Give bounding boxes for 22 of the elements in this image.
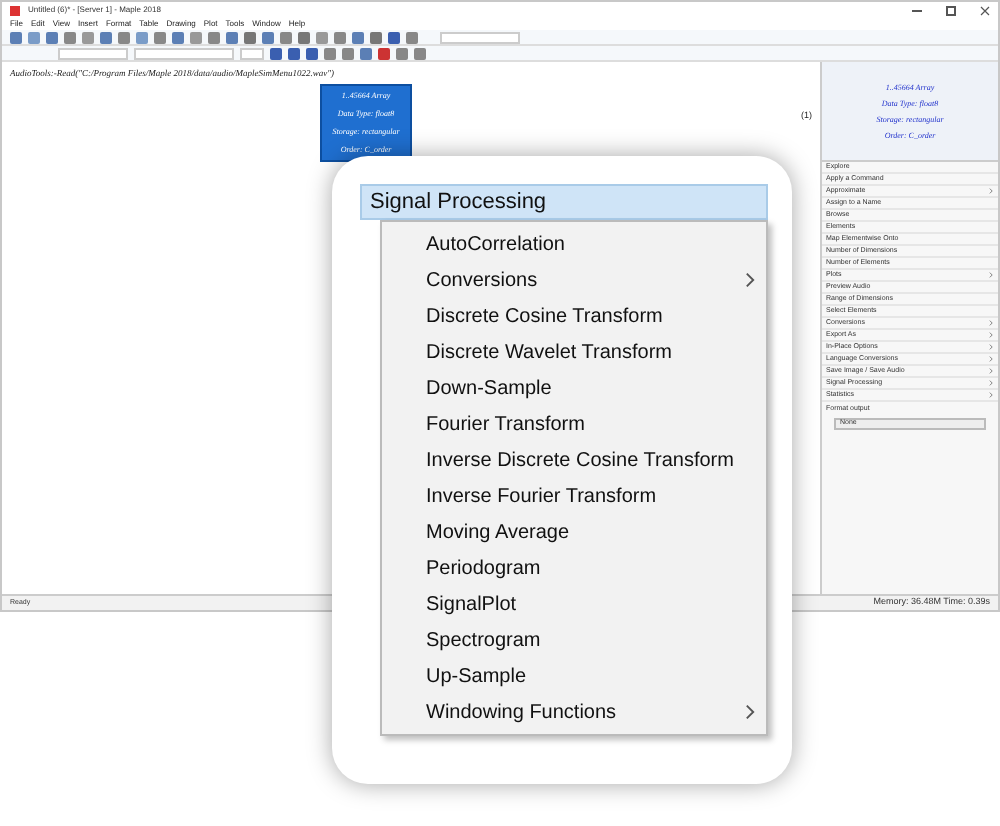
submenu-item[interactable]: Fourier Transform [382, 406, 766, 442]
submenu-item[interactable]: Spectrogram [382, 622, 766, 658]
app-icon [10, 5, 20, 15]
submenu-item[interactable]: Up-Sample [382, 658, 766, 694]
search-field[interactable] [440, 31, 520, 43]
submenu-item[interactable]: SignalPlot [382, 586, 766, 622]
submenu-item[interactable]: Inverse Discrete Cosine Transform [382, 442, 766, 478]
submenu-item[interactable]: Discrete Cosine Transform [382, 298, 766, 334]
submenu-item[interactable]: AutoCorrelation [382, 226, 766, 262]
submenu-item[interactable]: Windowing Functions [382, 694, 766, 730]
menu-header[interactable]: Signal Processing [360, 184, 768, 220]
chevron-icon [742, 272, 758, 288]
chevron-icon [742, 704, 758, 720]
submenu-item[interactable]: Periodogram [382, 550, 766, 586]
submenu-item[interactable]: Conversions [382, 262, 766, 298]
maximize-button[interactable] [946, 5, 956, 15]
submenu-item[interactable]: Down-Sample [382, 370, 766, 406]
submenu-item[interactable]: Discrete Wavelet Transform [382, 334, 766, 370]
submenu-item[interactable]: Inverse Fourier Transform [382, 478, 766, 514]
close-icon[interactable] [980, 5, 990, 15]
minimize-button[interactable] [912, 9, 922, 11]
submenu-item[interactable]: Moving Average [382, 514, 766, 550]
